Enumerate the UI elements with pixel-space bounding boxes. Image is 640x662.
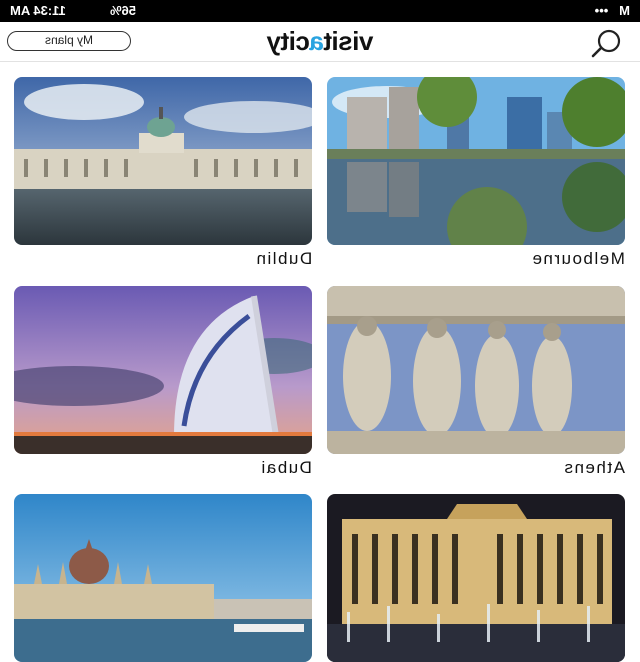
brand-prefix: visit bbox=[323, 26, 374, 56]
city-image-melbourne[interactable] bbox=[327, 77, 625, 245]
brand-suffix: city bbox=[266, 26, 310, 56]
brand-accent: a bbox=[309, 26, 324, 56]
city-card-dublin[interactable]: Dublin bbox=[14, 77, 312, 268]
city-image-budapest[interactable] bbox=[14, 494, 312, 662]
battery-level: 56% bbox=[110, 3, 137, 18]
status-icons: ••• M bbox=[595, 3, 630, 18]
brand-logo: visitacity bbox=[236, 26, 404, 56]
battery-indicator: 56% bbox=[110, 3, 136, 18]
city-name-dubai[interactable]: Dubai bbox=[14, 458, 312, 480]
city-card-melbourne[interactable]: Melbourne bbox=[327, 77, 625, 268]
app-header: My plans visitacity bbox=[0, 22, 640, 62]
status-time: 11:34 AM bbox=[10, 3, 66, 18]
city-image-dubai[interactable] bbox=[14, 286, 312, 454]
gmail-icon: M bbox=[611, 3, 630, 18]
my-plans-label: My plans bbox=[44, 33, 94, 47]
status-bar: 11:34 AM ••• M 56% bbox=[0, 0, 640, 22]
my-plans-button[interactable]: My plans bbox=[7, 31, 131, 51]
city-name-dublin[interactable]: Dublin bbox=[14, 249, 312, 271]
header-divider bbox=[0, 61, 640, 62]
city-name-athens[interactable]: Athens bbox=[327, 458, 625, 480]
city-card-budapest[interactable] bbox=[14, 494, 312, 662]
search-button[interactable] bbox=[587, 28, 627, 58]
city-card-dubai[interactable]: Dubai bbox=[14, 286, 312, 477]
city-name-melbourne[interactable]: Melbourne bbox=[327, 249, 625, 271]
city-card-las-vegas[interactable] bbox=[327, 494, 625, 662]
notification-icon: ••• bbox=[594, 3, 609, 18]
city-card-athens[interactable]: Athens bbox=[327, 286, 625, 477]
city-image-dublin[interactable] bbox=[14, 77, 312, 245]
search-icon bbox=[591, 29, 621, 58]
city-image-las-vegas[interactable] bbox=[327, 494, 625, 662]
city-image-athens[interactable] bbox=[327, 286, 625, 454]
